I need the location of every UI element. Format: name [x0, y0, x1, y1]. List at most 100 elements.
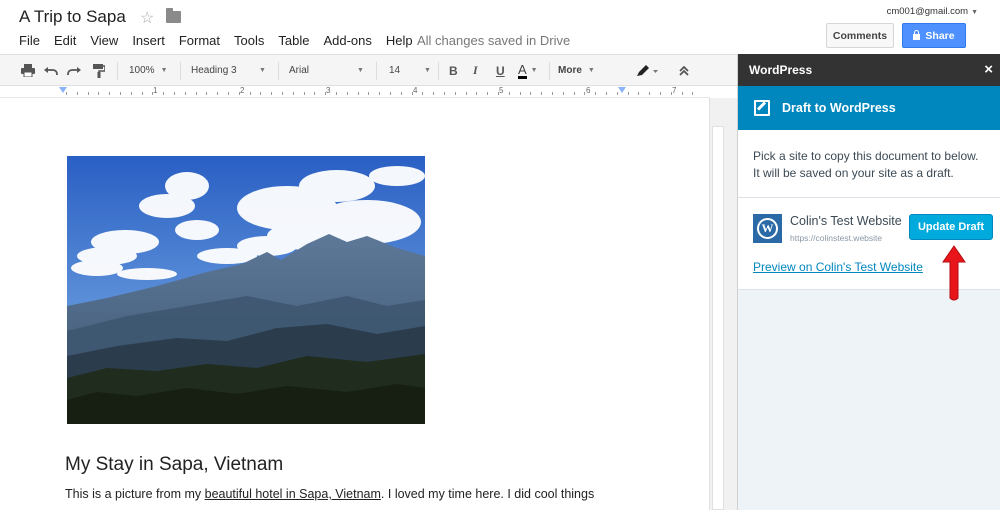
ruler-tick [433, 92, 434, 95]
ruler-tick [692, 92, 693, 95]
ruler-tick [163, 92, 164, 95]
font-size-dropdown[interactable]: 14 ▼ [389, 55, 431, 86]
chevron-down-icon: ▼ [971, 9, 978, 16]
account-menu[interactable]: cm001@gmail.com ▼ [887, 6, 978, 17]
toolbar-divider [278, 62, 279, 80]
wordpress-logo-icon: W [753, 214, 782, 243]
editing-mode-button[interactable] [636, 55, 658, 86]
toolbar-divider [549, 62, 550, 80]
ruler-tick [682, 92, 683, 95]
update-draft-button[interactable]: Update Draft [909, 214, 993, 240]
account-email: cm001@gmail.com [886, 6, 969, 17]
star-icon[interactable]: ☆ [140, 8, 154, 28]
toolbar-divider [180, 62, 181, 80]
ruler-tick [282, 92, 283, 95]
ruler-number: 1 [153, 86, 158, 95]
ruler-tick [250, 92, 251, 95]
ruler-tick [422, 92, 423, 95]
more-dropdown[interactable]: More ▼ [558, 55, 595, 86]
scrollbar-thumb[interactable] [712, 126, 724, 510]
right-indent-marker[interactable] [618, 87, 626, 93]
menu-add-ons[interactable]: Add-ons [323, 33, 371, 48]
ruler-tick [412, 92, 413, 95]
menu-edit[interactable]: Edit [54, 33, 76, 48]
zoom-dropdown[interactable]: 100% ▼ [129, 55, 168, 86]
text-color-button[interactable]: A ▼ [518, 55, 538, 86]
ruler-tick [444, 92, 445, 95]
style-dropdown[interactable]: Heading 3 ▼ [191, 55, 266, 86]
red-arrow-annotation [941, 244, 967, 307]
ruler-tick [260, 92, 261, 95]
bold-button[interactable]: B [449, 55, 458, 86]
menu-insert[interactable]: Insert [132, 33, 165, 48]
comments-button[interactable]: Comments [826, 23, 894, 48]
ruler-tick [455, 92, 456, 95]
ruler-tick [401, 92, 402, 95]
underline-button[interactable]: U [496, 55, 505, 86]
preview-link[interactable]: Preview on Colin's Test Website [753, 260, 923, 274]
ruler-tick [239, 92, 240, 95]
ruler-tick [574, 92, 575, 95]
italic-button[interactable]: I [473, 55, 478, 86]
ruler-tick [314, 92, 315, 95]
menu-table[interactable]: Table [278, 33, 309, 48]
ruler-tick [217, 92, 218, 95]
ruler-tick [498, 92, 499, 95]
ruler[interactable]: 1 2 3 4 5 6 7 [0, 86, 710, 98]
sapa-mountain-photo[interactable] [67, 156, 425, 424]
menu-view[interactable]: View [90, 33, 118, 48]
ruler-tick [584, 92, 585, 95]
ruler-tick [368, 92, 369, 95]
collapse-toolbar-icon[interactable] [678, 55, 690, 86]
print-icon[interactable] [21, 55, 35, 86]
ruler-tick [390, 92, 391, 95]
menu-tools[interactable]: Tools [234, 33, 264, 48]
style-value: Heading 3 [191, 65, 237, 76]
undo-icon[interactable] [44, 55, 58, 86]
document-heading[interactable]: My Stay in Sapa, Vietnam [65, 454, 283, 476]
document-paragraph[interactable]: This is a picture from my beautiful hote… [65, 486, 645, 502]
redo-icon[interactable] [67, 55, 81, 86]
menu-bar: File Edit View Insert Format Tools Table… [19, 33, 427, 48]
ruler-tick [660, 92, 661, 95]
hotel-link[interactable]: beautiful hotel in Sapa, Vietnam [205, 487, 381, 501]
close-icon[interactable]: × [984, 61, 993, 78]
sidebar-header: WordPress × [738, 54, 1000, 86]
banner-title: Draft to WordPress [782, 101, 896, 115]
ruler-tick [358, 92, 359, 95]
menu-help[interactable]: Help [386, 33, 413, 48]
zoom-value: 100% [129, 65, 155, 76]
edit-icon [754, 100, 770, 116]
ruler-tick [336, 92, 337, 95]
ruler-tick [88, 92, 89, 95]
save-status: All changes saved in Drive [417, 33, 571, 48]
ruler-number: 7 [672, 86, 677, 95]
ruler-tick [628, 92, 629, 95]
folder-icon[interactable] [166, 8, 181, 23]
ruler-tick [325, 92, 326, 95]
more-label: More [558, 65, 582, 76]
ruler-tick [206, 92, 207, 95]
document-title[interactable]: A Trip to Sapa [19, 7, 126, 27]
menu-format[interactable]: Format [179, 33, 220, 48]
paint-format-icon[interactable] [93, 55, 105, 86]
editing-toolbar: 100% ▼ Heading 3 ▼ Arial ▼ 14 ▼ B I U A ▼ Mor… [0, 54, 737, 86]
ruler-tick [520, 92, 521, 95]
ruler-tick [617, 92, 618, 95]
ruler-tick [142, 92, 143, 95]
ruler-tick [530, 92, 531, 95]
ruler-tick [152, 92, 153, 95]
ruler-tick [476, 92, 477, 95]
share-button[interactable]: Share [902, 23, 966, 48]
chevron-down-icon: ▼ [160, 67, 168, 74]
text-color-icon: A [518, 61, 527, 79]
ruler-number: 3 [326, 86, 331, 95]
ruler-tick [649, 92, 650, 95]
paragraph-text: This is a picture from my [65, 487, 205, 501]
draft-banner: Draft to WordPress [738, 86, 1000, 130]
ruler-tick [552, 92, 553, 95]
ruler-tick [638, 92, 639, 95]
menu-file[interactable]: File [19, 33, 40, 48]
font-dropdown[interactable]: Arial ▼ [289, 55, 364, 86]
chevron-down-icon: ▼ [259, 67, 266, 74]
